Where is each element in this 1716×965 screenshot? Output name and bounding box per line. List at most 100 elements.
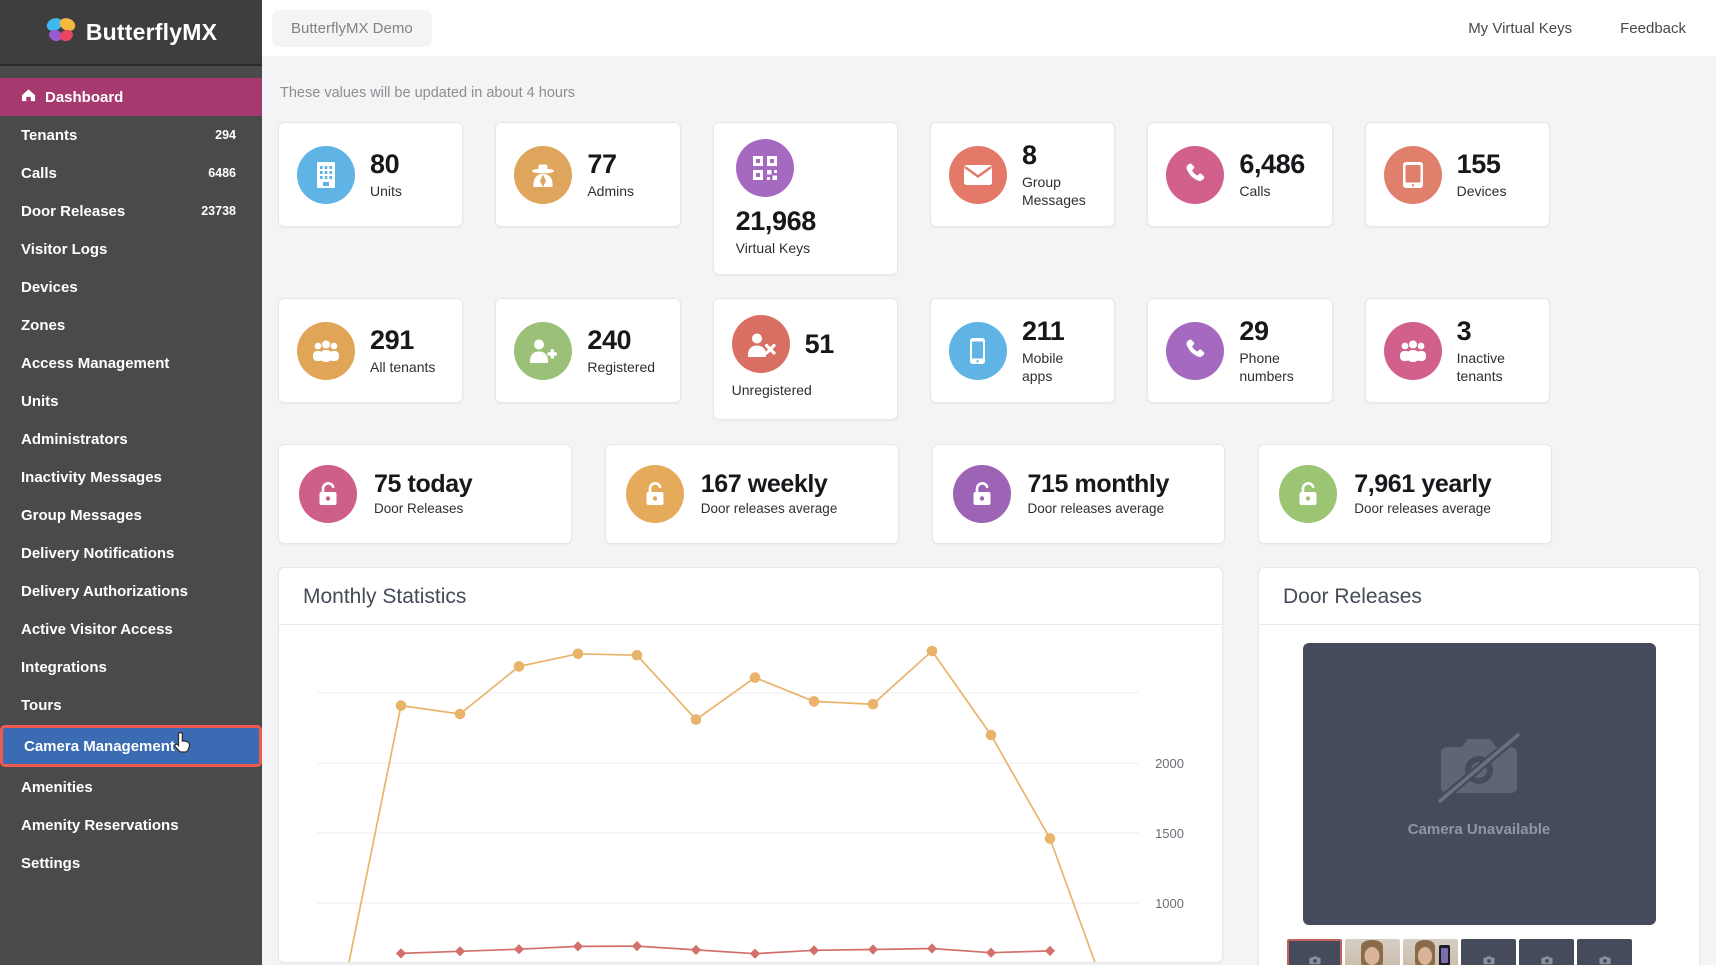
sidebar-item-devices[interactable]: Devices <box>0 268 262 306</box>
sidebar-item-camera-management[interactable]: Camera Management <box>3 728 259 764</box>
door-releases-title: Door Releases <box>1259 568 1699 625</box>
phone-numbers-card: 29 Phone numbers <box>1147 298 1332 403</box>
home-icon <box>21 88 36 106</box>
sidebar-item-active-visitor-access[interactable]: Active Visitor Access <box>0 610 262 648</box>
brand-logo: ButterflyMX <box>0 0 262 66</box>
devices-card: 155 Devices <box>1365 122 1550 227</box>
camera-thumbnail-unavailable[interactable] <box>1577 939 1632 965</box>
mobile-apps-label: Mobile apps <box>1022 350 1096 385</box>
unlock-icon <box>626 465 684 523</box>
weekly-value: 167 weekly <box>701 470 838 499</box>
sidebar-item-integrations[interactable]: Integrations <box>0 648 262 686</box>
hand-cursor-icon <box>172 731 194 760</box>
calls-value: 6,486 <box>1239 149 1305 180</box>
monthly-value: 715 monthly <box>1028 470 1169 499</box>
envelope-icon <box>949 146 1007 204</box>
sidebar-item-visitor-logs[interactable]: Visitor Logs <box>0 230 262 268</box>
inactive-tenants-label: Inactive tenants <box>1457 350 1531 385</box>
virtual-keys-label: Virtual Keys <box>736 240 816 258</box>
camera-thumbnails <box>1287 939 1699 965</box>
registered-label: Registered <box>587 359 655 377</box>
all-tenants-label: All tenants <box>370 359 435 377</box>
camera-thumbnail-video-still-phone[interactable] <box>1403 939 1458 965</box>
sidebar-item-settings[interactable]: Settings <box>0 844 262 882</box>
sidebar-item-units[interactable]: Units <box>0 382 262 420</box>
inactive-tenants-card: 3 Inactive tenants <box>1365 298 1550 403</box>
camera-thumbnail-unavailable[interactable] <box>1287 939 1342 965</box>
monthly-statistics-title: Monthly Statistics <box>279 568 1222 625</box>
sidebar-item-tenants[interactable]: Tenants 294 <box>0 116 262 154</box>
monthly-statistics-card: Monthly Statistics 200015001000 <box>278 567 1223 963</box>
door-releases-yearly-card: 7,961 yearly Door releases average <box>1258 444 1552 544</box>
registered-card: 240 Registered <box>495 298 680 403</box>
door-releases-today-card: 75 today Door Releases <box>278 444 572 544</box>
qr-code-icon <box>736 139 794 197</box>
update-notice: These values will be updated in about 4 … <box>280 85 1716 101</box>
weekly-label: Door releases average <box>701 501 838 518</box>
unregistered-label: Unregistered <box>732 382 812 400</box>
sidebar-item-amenities[interactable]: Amenities <box>0 768 262 806</box>
sidebar-item-door-releases[interactable]: Door Releases 23738 <box>0 192 262 230</box>
person-plus-icon <box>514 322 572 380</box>
svg-text:2000: 2000 <box>1155 756 1184 771</box>
sidebar-item-group-messages[interactable]: Group Messages <box>0 496 262 534</box>
phone-numbers-label: Phone numbers <box>1239 350 1313 385</box>
door-releases-panel: Door Releases Camera Unavai <box>1258 567 1700 965</box>
sidebar: ButterflyMX Dashboard Tenants 294 Calls … <box>0 0 262 965</box>
monthly-statistics-chart: 200015001000 <box>279 625 1222 962</box>
sidebar-menu: Dashboard Tenants 294 Calls 6486 Door Re… <box>0 66 262 882</box>
yearly-value: 7,961 yearly <box>1354 470 1491 499</box>
brand-name: ButterflyMX <box>86 19 217 46</box>
today-value: 75 today <box>374 470 472 499</box>
devices-label: Devices <box>1457 183 1507 201</box>
camera-slash-icon <box>1431 730 1527 809</box>
phone-icon <box>1166 322 1224 380</box>
all-tenants-value: 291 <box>370 325 435 356</box>
group-messages-card: 8 Group Messages <box>930 122 1115 227</box>
mobile-apps-card: 211 Mobile apps <box>930 298 1115 403</box>
all-tenants-card: 291 All tenants <box>278 298 463 403</box>
sidebar-item-administrators[interactable]: Administrators <box>0 420 262 458</box>
admins-card: 77 Admins <box>495 122 680 227</box>
registered-value: 240 <box>587 325 655 356</box>
unlock-icon <box>953 465 1011 523</box>
calls-count-badge: 6486 <box>208 166 236 180</box>
camera-thumbnail-unavailable[interactable] <box>1461 939 1516 965</box>
tenants-group-icon <box>297 322 355 380</box>
sidebar-item-tours[interactable]: Tours <box>0 686 262 724</box>
units-card: 80 Units <box>278 122 463 227</box>
sidebar-item-inactivity-messages[interactable]: Inactivity Messages <box>0 458 262 496</box>
sidebar-item-amenity-reservations[interactable]: Amenity Reservations <box>0 806 262 844</box>
sidebar-item-access-management[interactable]: Access Management <box>0 344 262 382</box>
devices-value: 155 <box>1457 149 1507 180</box>
sidebar-item-zones[interactable]: Zones <box>0 306 262 344</box>
unlock-icon <box>1279 465 1337 523</box>
sidebar-item-dashboard[interactable]: Dashboard <box>0 78 262 116</box>
person-x-icon <box>732 315 790 373</box>
admins-value: 77 <box>587 149 634 180</box>
phone-icon <box>1166 146 1224 204</box>
unregistered-card: 51 Unregistered <box>713 298 898 420</box>
camera-thumbnail-unavailable[interactable] <box>1519 939 1574 965</box>
door-releases-weekly-card: 167 weekly Door releases average <box>605 444 899 544</box>
calls-card: 6,486 Calls <box>1147 122 1332 227</box>
group-messages-value: 8 <box>1022 140 1096 171</box>
calls-label: Calls <box>1239 183 1305 201</box>
building-selector[interactable]: ButterflyMX Demo <box>272 10 432 47</box>
camera-thumbnail-video-still[interactable] <box>1345 939 1400 965</box>
my-virtual-keys-link[interactable]: My Virtual Keys <box>1468 20 1572 37</box>
admins-label: Admins <box>587 183 634 201</box>
door-releases-count-badge: 23738 <box>201 204 236 218</box>
monthly-label: Door releases average <box>1028 501 1169 518</box>
tenants-group-icon <box>1384 322 1442 380</box>
feedback-link[interactable]: Feedback <box>1620 20 1686 37</box>
sidebar-item-calls[interactable]: Calls 6486 <box>0 154 262 192</box>
camera-feed-placeholder: Camera Unavailable <box>1303 643 1656 925</box>
svg-text:1000: 1000 <box>1155 896 1184 911</box>
sidebar-item-delivery-notifications[interactable]: Delivery Notifications <box>0 534 262 572</box>
sidebar-item-delivery-authorizations[interactable]: Delivery Authorizations <box>0 572 262 610</box>
mobile-apps-value: 211 <box>1022 316 1096 347</box>
admin-spy-icon <box>514 146 572 204</box>
door-release-cards: 75 today Door Releases 167 weekly Door r… <box>278 444 1552 544</box>
stat-cards-row1: 80 Units 77 Admins <box>278 122 1550 275</box>
